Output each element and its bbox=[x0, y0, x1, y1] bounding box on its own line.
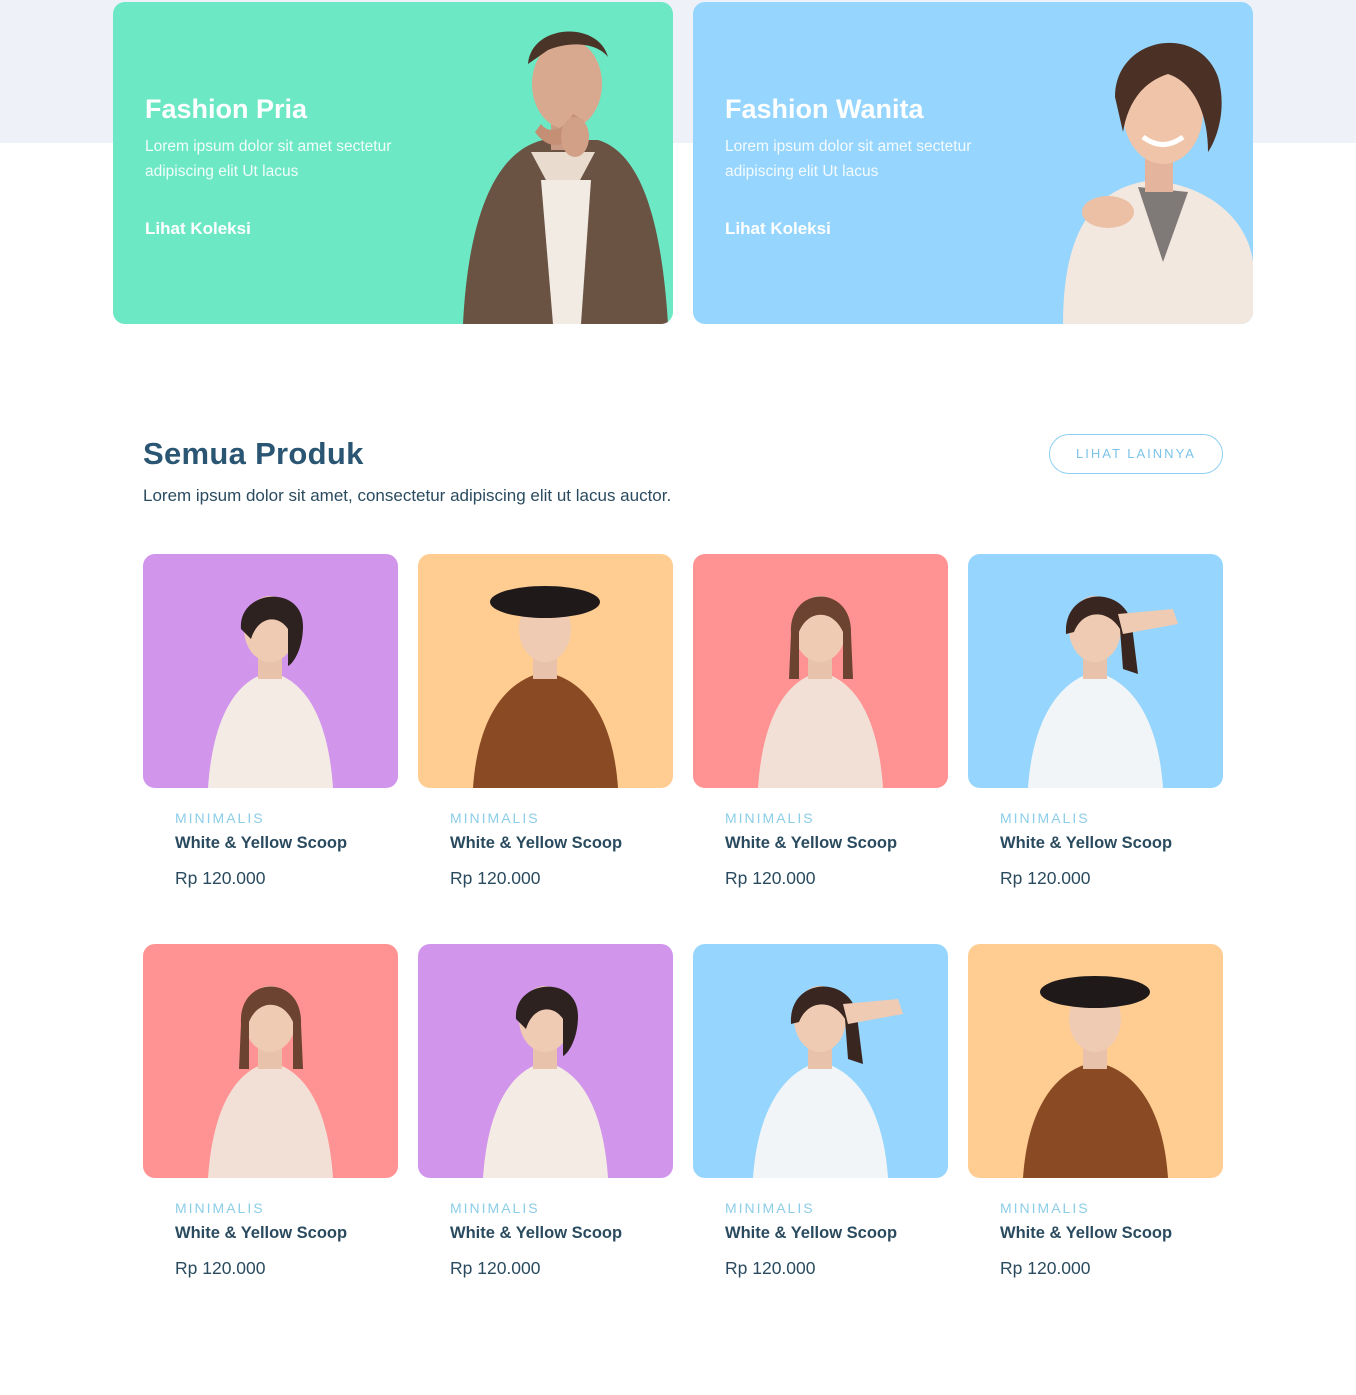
female-model-photo bbox=[1063, 42, 1253, 324]
product-category: MINIMALIS bbox=[725, 810, 815, 826]
product-category: MINIMALIS bbox=[175, 1200, 265, 1216]
product-image[interactable] bbox=[693, 944, 948, 1178]
model-photo bbox=[693, 554, 948, 788]
promo-description: Lorem ipsum dolor sit amet sectetur adip… bbox=[145, 138, 392, 180]
view-collection-link[interactable]: Lihat Koleksi bbox=[725, 219, 831, 239]
product-image[interactable] bbox=[143, 554, 398, 788]
product-price: Rp 120.000 bbox=[1000, 1258, 1091, 1278]
promo-card-men[interactable]: Fashion Pria Lorem ipsum dolor sit amet … bbox=[113, 2, 673, 324]
model-photo bbox=[968, 944, 1223, 1178]
product-price: Rp 120.000 bbox=[1000, 868, 1091, 888]
product-name[interactable]: White & Yellow Scoop bbox=[175, 1224, 347, 1243]
product-category: MINIMALIS bbox=[725, 1200, 815, 1216]
product-price: Rp 120.000 bbox=[450, 868, 541, 888]
product-name[interactable]: White & Yellow Scoop bbox=[175, 834, 347, 853]
view-collection-link[interactable]: Lihat Koleksi bbox=[145, 219, 251, 239]
promo-title: Fashion Wanita bbox=[725, 94, 924, 124]
product-card[interactable]: MINIMALIS White & Yellow Scoop Rp 120.00… bbox=[418, 944, 673, 1294]
product-price: Rp 120.000 bbox=[725, 868, 816, 888]
product-name[interactable]: White & Yellow Scoop bbox=[725, 834, 897, 853]
product-name[interactable]: White & Yellow Scoop bbox=[1000, 1224, 1172, 1243]
male-model-photo bbox=[463, 31, 668, 324]
product-image[interactable] bbox=[418, 944, 673, 1178]
product-image[interactable] bbox=[143, 944, 398, 1178]
product-price: Rp 120.000 bbox=[175, 1258, 266, 1278]
model-photo bbox=[143, 554, 398, 788]
product-image[interactable] bbox=[693, 554, 948, 788]
product-card[interactable]: MINIMALIS White & Yellow Scoop Rp 120.00… bbox=[968, 554, 1223, 904]
product-category: MINIMALIS bbox=[1000, 1200, 1090, 1216]
model-photo bbox=[143, 944, 398, 1178]
promo-description: Lorem ipsum dolor sit amet sectetur adip… bbox=[725, 138, 972, 180]
product-name[interactable]: White & Yellow Scoop bbox=[450, 834, 622, 853]
product-card[interactable]: MINIMALIS White & Yellow Scoop Rp 120.00… bbox=[693, 554, 948, 904]
product-card[interactable]: MINIMALIS White & Yellow Scoop Rp 120.00… bbox=[418, 554, 673, 904]
product-card[interactable]: MINIMALIS White & Yellow Scoop Rp 120.00… bbox=[968, 944, 1223, 1294]
section-title: Semua Produk bbox=[143, 436, 364, 471]
model-photo bbox=[418, 554, 673, 788]
product-card[interactable]: MINIMALIS White & Yellow Scoop Rp 120.00… bbox=[693, 944, 948, 1294]
product-image[interactable] bbox=[418, 554, 673, 788]
model-photo bbox=[418, 944, 673, 1178]
section-subtitle: Lorem ipsum dolor sit amet, consectetur … bbox=[143, 486, 672, 505]
model-photo bbox=[693, 944, 948, 1178]
product-name[interactable]: White & Yellow Scoop bbox=[1000, 834, 1172, 853]
see-more-button[interactable]: LIHAT LAINNYA bbox=[1049, 434, 1223, 474]
product-category: MINIMALIS bbox=[450, 810, 540, 826]
promo-card-women[interactable]: Fashion Wanita Lorem ipsum dolor sit ame… bbox=[693, 2, 1253, 324]
product-price: Rp 120.000 bbox=[175, 868, 266, 888]
product-image[interactable] bbox=[968, 554, 1223, 788]
product-category: MINIMALIS bbox=[175, 810, 265, 826]
product-category: MINIMALIS bbox=[450, 1200, 540, 1216]
promo-title: Fashion Pria bbox=[145, 94, 308, 124]
product-name[interactable]: White & Yellow Scoop bbox=[725, 1224, 897, 1243]
product-price: Rp 120.000 bbox=[450, 1258, 541, 1278]
product-card[interactable]: MINIMALIS White & Yellow Scoop Rp 120.00… bbox=[143, 554, 398, 904]
product-card[interactable]: MINIMALIS White & Yellow Scoop Rp 120.00… bbox=[143, 944, 398, 1294]
product-image[interactable] bbox=[968, 944, 1223, 1178]
product-price: Rp 120.000 bbox=[725, 1258, 816, 1278]
product-name[interactable]: White & Yellow Scoop bbox=[450, 1224, 622, 1243]
product-category: MINIMALIS bbox=[1000, 810, 1090, 826]
model-photo bbox=[968, 554, 1223, 788]
